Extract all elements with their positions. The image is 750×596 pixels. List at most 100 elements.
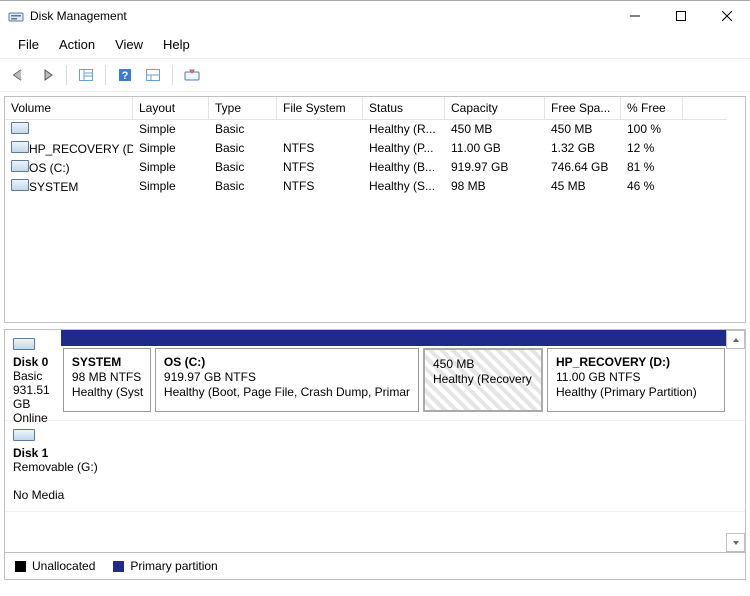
partition-name: SYSTEM [72, 355, 142, 369]
col-blank[interactable] [683, 97, 727, 120]
app-icon [8, 8, 24, 24]
cell: Healthy (B... [363, 158, 445, 177]
legend: Unallocated Primary partition [4, 553, 746, 580]
partition-os[interactable]: OS (C:) 919.97 GB NTFS Healthy (Boot, Pa… [155, 348, 419, 412]
cell: 46 % [621, 177, 683, 196]
disk-type: Removable (G:) [13, 460, 117, 474]
menu-action[interactable]: Action [49, 35, 105, 54]
legend-item-primary: Primary partition [113, 559, 217, 573]
partition-status: Healthy (Recovery [433, 372, 533, 386]
menu-file[interactable]: File [8, 35, 49, 54]
cell: Basic [209, 158, 277, 177]
maximize-button[interactable] [658, 1, 704, 31]
col-free[interactable]: Free Spa... [545, 97, 621, 120]
scroll-up-button[interactable] [726, 330, 745, 349]
cell: 45 MB [545, 177, 621, 196]
col-pct[interactable]: % Free [621, 97, 683, 120]
cell: 1.32 GB [545, 139, 621, 158]
volume-name: SYSTEM [29, 180, 78, 194]
partition-size: 98 MB NTFS [72, 370, 142, 384]
svg-text:?: ? [122, 70, 129, 82]
disk-name: Disk 0 [13, 355, 53, 369]
disk-map-inner: Disk 0 Basic 931.51 GB Online SYSTEM 98 … [5, 330, 745, 552]
disk-label[interactable]: Disk 0 Basic 931.51 GB Online [5, 330, 61, 420]
minimize-button[interactable] [612, 1, 658, 31]
help-button[interactable]: ? [112, 62, 138, 88]
cell: NTFS [277, 158, 363, 177]
volume-list[interactable]: Volume Layout Type File System Status Ca… [4, 96, 746, 323]
disk-type: Basic [13, 369, 53, 383]
disk-name: Disk 1 [13, 446, 117, 460]
partition-system[interactable]: SYSTEM 98 MB NTFS Healthy (Syst [63, 348, 151, 412]
toolbar-separator [66, 65, 67, 85]
col-capacity[interactable]: Capacity [445, 97, 545, 120]
show-hide-tree-button[interactable] [73, 62, 99, 88]
scroll-down-button[interactable] [726, 533, 745, 552]
volume-row[interactable]: OS (C:) Simple Basic NTFS Healthy (B... … [5, 158, 745, 177]
partition-status: Healthy (Syst [72, 385, 142, 399]
window-buttons [612, 1, 750, 31]
disk-row-blank [5, 512, 745, 552]
toolbar-separator [172, 65, 173, 85]
toolbar-action-button[interactable] [179, 62, 205, 88]
cell: Simple [133, 177, 209, 196]
legend-item-unallocated: Unallocated [15, 559, 95, 573]
volume-list-header: Volume Layout Type File System Status Ca… [5, 97, 745, 120]
disk-partitions: SYSTEM 98 MB NTFS Healthy (Syst OS (C:) … [61, 346, 727, 420]
col-fs[interactable]: File System [277, 97, 363, 120]
drive-icon [11, 160, 29, 172]
toolbar-separator [105, 65, 106, 85]
disk-row-1: Disk 1 Removable (G:) No Media [5, 421, 745, 512]
partition-size: 919.97 GB NTFS [164, 370, 410, 384]
drive-icon [11, 122, 29, 134]
toolbar: ? [0, 58, 750, 92]
partition-recovery[interactable]: 450 MB Healthy (Recovery [423, 348, 543, 412]
swatch-unallocated-icon [15, 561, 26, 572]
menubar: File Action View Help [0, 31, 750, 58]
volume-name: OS (C:) [29, 161, 70, 175]
volume-row[interactable]: HP_RECOVERY (D:) Simple Basic NTFS Healt… [5, 139, 745, 158]
col-layout[interactable]: Layout [133, 97, 209, 120]
close-button[interactable] [704, 1, 750, 31]
swatch-primary-icon [113, 561, 124, 572]
disk-state: No Media [13, 488, 117, 502]
menu-help[interactable]: Help [153, 35, 200, 54]
partition-status: Healthy (Boot, Page File, Crash Dump, Pr… [164, 385, 410, 399]
cell: Simple [133, 139, 209, 158]
cell: Healthy (P... [363, 139, 445, 158]
partition-status: Healthy (Primary Partition) [556, 385, 716, 399]
drive-icon [11, 141, 29, 153]
cell: Healthy (R... [363, 120, 445, 139]
cell: Simple [133, 158, 209, 177]
titlebar: Disk Management [0, 1, 750, 31]
col-status[interactable]: Status [363, 97, 445, 120]
disk-icon [13, 429, 117, 444]
cell: Simple [133, 120, 209, 139]
disk-icon [13, 338, 53, 353]
partition-name: HP_RECOVERY (D:) [556, 355, 716, 369]
forward-button[interactable] [34, 62, 60, 88]
partition-size: 11.00 GB NTFS [556, 370, 716, 384]
cell: 12 % [621, 139, 683, 158]
menu-view[interactable]: View [105, 35, 153, 54]
partition-hp-recovery[interactable]: HP_RECOVERY (D:) 11.00 GB NTFS Healthy (… [547, 348, 725, 412]
cell: 100 % [621, 120, 683, 139]
partition-name: OS (C:) [164, 355, 410, 369]
col-type[interactable]: Type [209, 97, 277, 120]
col-volume[interactable]: Volume [5, 97, 133, 120]
cell [277, 120, 363, 139]
volume-row[interactable]: Simple Basic Healthy (R... 450 MB 450 MB… [5, 120, 745, 139]
cell: NTFS [277, 139, 363, 158]
disk-empty-area [125, 421, 745, 511]
volume-rows: Simple Basic Healthy (R... 450 MB 450 MB… [5, 120, 745, 196]
back-button[interactable] [6, 62, 32, 88]
disk-size: 931.51 GB [13, 383, 53, 411]
drive-icon [11, 179, 29, 191]
volume-row[interactable]: SYSTEM Simple Basic NTFS Healthy (S... 9… [5, 177, 745, 196]
toolbar-settings-button[interactable] [140, 62, 166, 88]
window-title: Disk Management [30, 9, 612, 23]
disk-label[interactable]: Disk 1 Removable (G:) No Media [5, 421, 125, 511]
disk-management-window: Disk Management File Action View Help ? … [0, 0, 750, 596]
cell: 746.64 GB [545, 158, 621, 177]
cell: Healthy (S... [363, 177, 445, 196]
